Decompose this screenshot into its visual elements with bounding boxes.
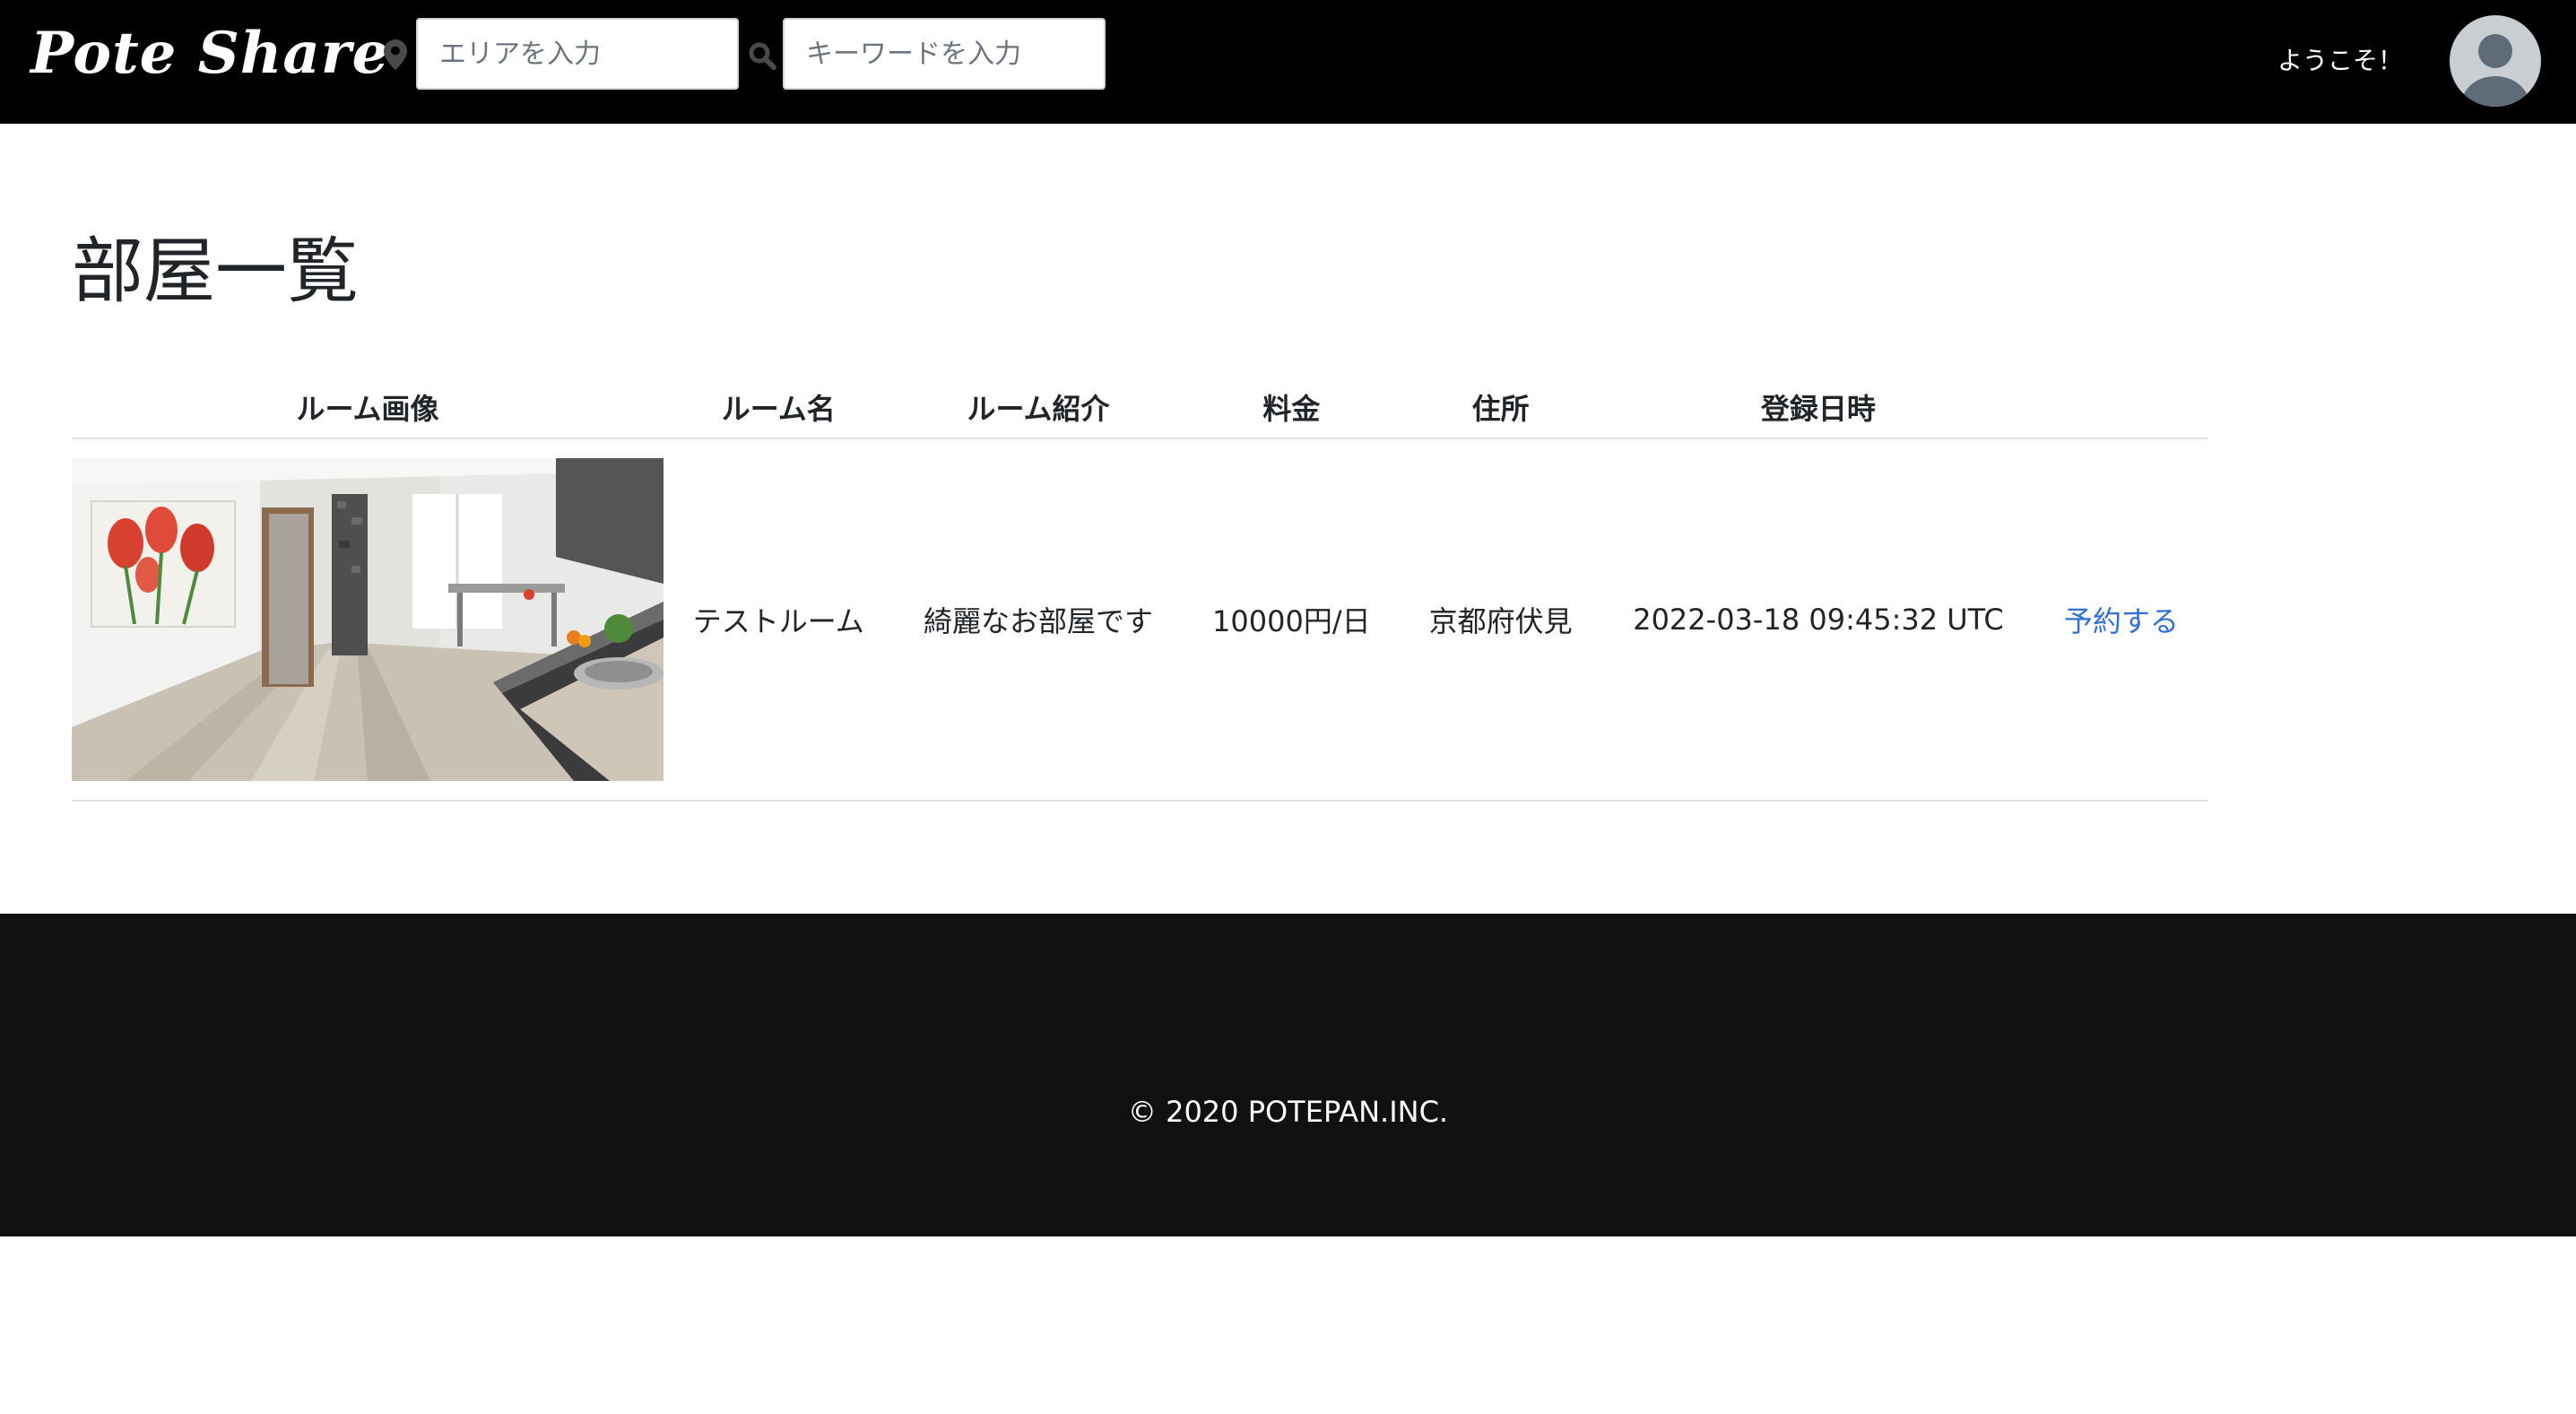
search-icon xyxy=(749,42,776,70)
area-search-input[interactable] xyxy=(416,18,739,90)
room-name-cell: テストルーム xyxy=(664,438,894,802)
room-address-cell: 京都府伏見 xyxy=(1400,438,1602,802)
page-title: 部屋一覧 xyxy=(72,230,359,313)
col-header-price: 料金 xyxy=(1183,377,1401,439)
room-price-cell: 10000円/日 xyxy=(1183,438,1401,802)
top-navbar: Pote Share ようこそ！ xyxy=(0,0,2576,124)
page-footer: © 2020 POTEPAN.INC. xyxy=(0,914,2576,1236)
table-row: テストルーム 綺麗なお部屋です 10000円/日 京都府伏見 2022-03-1… xyxy=(72,438,2207,802)
col-header-room-name: ルーム名 xyxy=(664,377,894,439)
welcome-text: ようこそ！ xyxy=(2277,46,2403,75)
col-header-address: 住所 xyxy=(1400,377,1602,439)
location-pin-icon xyxy=(384,39,407,70)
table-header-row: ルーム画像 ルーム名 ルーム紹介 料金 住所 登録日時 xyxy=(72,377,2207,439)
col-header-room-image: ルーム画像 xyxy=(72,377,664,439)
col-header-room-intro: ルーム紹介 xyxy=(893,377,1184,439)
room-image-cell xyxy=(72,438,664,802)
reserve-link[interactable]: 予約する xyxy=(2064,604,2179,638)
room-action-cell: 予約する xyxy=(2034,438,2207,802)
copyright-text: © 2020 POTEPAN.INC. xyxy=(1127,1095,1449,1129)
user-avatar[interactable] xyxy=(2450,15,2541,107)
room-image xyxy=(72,458,664,781)
keyword-search-input[interactable] xyxy=(783,18,1106,90)
col-header-created-at: 登録日時 xyxy=(1601,377,2035,439)
col-header-action xyxy=(2034,377,2207,439)
site-logo[interactable]: Pote Share xyxy=(30,20,389,87)
room-list-table: ルーム画像 ルーム名 ルーム紹介 料金 住所 登録日時 テストルーム 綺麗なお部… xyxy=(72,377,2207,802)
room-created-at-cell: 2022-03-18 09:45:32 UTC xyxy=(1601,438,2035,802)
room-intro-cell: 綺麗なお部屋です xyxy=(893,438,1184,802)
